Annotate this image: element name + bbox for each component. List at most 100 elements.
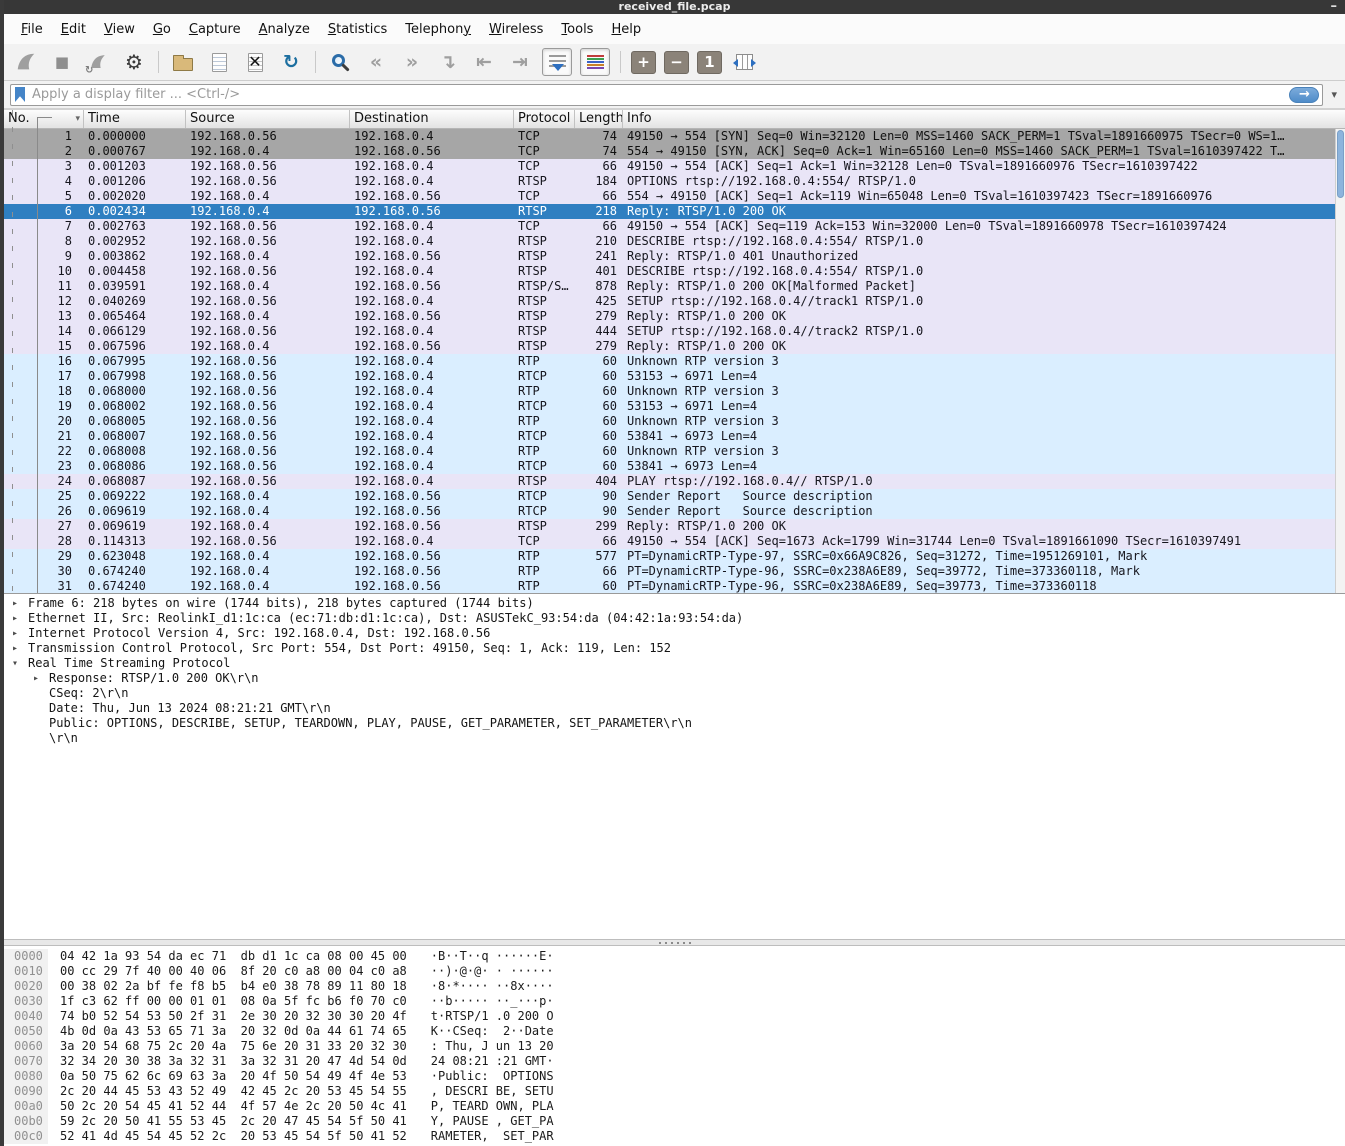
column-header-protocol[interactable]: Protocol [514,110,575,128]
packet-row-5[interactable]: 50.002020192.168.0.4192.168.0.56TCP66554… [4,189,1345,204]
zoom-out-button[interactable]: − [664,51,689,74]
bookmark-icon[interactable] [15,87,25,102]
menu-wireless[interactable]: Wireless [480,17,552,42]
expander-closed-icon[interactable]: ▸ [12,611,28,626]
packet-row-21[interactable]: 210.068007192.168.0.56192.168.0.4RTCP605… [4,429,1345,444]
go-last-packet-button[interactable]: ⇥ [506,48,534,76]
packet-row-18[interactable]: 180.068000192.168.0.56192.168.0.4RTP60Un… [4,384,1345,399]
expander-closed-icon[interactable]: ▸ [12,626,28,641]
hex-row[interactable]: 00603a 20 54 68 75 2c 20 4a 75 6e 20 31 … [4,1039,1345,1054]
expander-closed-icon[interactable]: ▸ [12,641,28,656]
stop-capture-button[interactable]: ■ [48,48,76,76]
go-first-packet-button[interactable]: ⇤ [470,48,498,76]
menu-file[interactable]: File [12,17,52,42]
detail-line[interactable]: ▸Internet Protocol Version 4, Src: 192.1… [4,626,1345,641]
hex-row[interactable]: 007032 34 20 30 38 3a 32 31 3a 32 31 20 … [4,1054,1345,1069]
restart-capture-button[interactable]: ↻ [84,48,112,76]
menu-view[interactable]: View [95,17,144,42]
save-file-button[interactable] [205,48,233,76]
go-forward-button[interactable]: » [398,48,426,76]
column-header-info[interactable]: Info [623,110,1345,128]
go-back-button[interactable]: « [362,48,390,76]
column-header-time[interactable]: Time [84,110,186,128]
packet-row-15[interactable]: 150.067596192.168.0.4192.168.0.56RTSP279… [4,339,1345,354]
hex-row[interactable]: 00301f c3 62 ff 00 00 01 01 08 0a 5f fc … [4,994,1345,1009]
menu-capture[interactable]: Capture [180,17,250,42]
hex-row[interactable]: 000004 42 1a 93 54 da ec 71 db d1 1c ca … [4,949,1345,964]
packet-row-24[interactable]: 240.068087192.168.0.56192.168.0.4RTSP404… [4,474,1345,489]
hex-row[interactable]: 001000 cc 29 7f 40 00 40 06 8f 20 c0 a8 … [4,964,1345,979]
start-capture-button[interactable] [12,48,40,76]
packet-row-17[interactable]: 170.067998192.168.0.56192.168.0.4RTCP605… [4,369,1345,384]
packet-list-scrollbar[interactable] [1335,129,1345,593]
open-file-button[interactable] [169,48,197,76]
packet-row-28[interactable]: 280.114313192.168.0.56192.168.0.4TCP6649… [4,534,1345,549]
hex-row[interactable]: 00902c 20 44 45 53 43 52 49 42 45 2c 20 … [4,1084,1345,1099]
packet-row-13[interactable]: 130.065464192.168.0.4192.168.0.56RTSP279… [4,309,1345,324]
minimize-button[interactable]: – [1331,0,1338,14]
scrollbar-thumb[interactable] [1337,130,1344,198]
detail-line[interactable]: ▾Real Time Streaming Protocol [4,656,1345,671]
menu-edit[interactable]: Edit [52,17,95,42]
packet-row-26[interactable]: 260.069619192.168.0.4192.168.0.56RTCP90S… [4,504,1345,519]
column-header-source[interactable]: Source [186,110,350,128]
packet-row-6[interactable]: 60.002434192.168.0.4192.168.0.56RTSP218R… [4,204,1345,219]
menu-go[interactable]: Go [144,17,180,42]
packet-row-16[interactable]: 160.067995192.168.0.56192.168.0.4RTP60Un… [4,354,1345,369]
filter-dropdown-caret[interactable]: ▾ [1323,88,1339,101]
apply-filter-button[interactable]: → [1289,87,1319,103]
close-file-button[interactable]: ✕ [241,48,269,76]
menu-analyze[interactable]: Analyze [250,17,319,42]
detail-line[interactable]: ▸Frame 6: 218 bytes on wire (1744 bits),… [4,596,1345,611]
detail-line[interactable]: Date: Thu, Jun 13 2024 08:21:21 GMT\r\n [4,701,1345,716]
column-header-no[interactable]: No.▾ [4,110,84,128]
hex-row[interactable]: 00b059 2c 20 50 41 55 53 45 2c 20 47 45 … [4,1114,1345,1129]
hex-row[interactable]: 004074 b0 52 54 53 50 2f 31 2e 30 20 32 … [4,1009,1345,1024]
packet-row-7[interactable]: 70.002763192.168.0.56192.168.0.4TCP66491… [4,219,1345,234]
packet-row-20[interactable]: 200.068005192.168.0.56192.168.0.4RTP60Un… [4,414,1345,429]
packet-row-11[interactable]: 110.039591192.168.0.4192.168.0.56RTSP/S…… [4,279,1345,294]
packet-row-3[interactable]: 30.001203192.168.0.56192.168.0.4TCP66491… [4,159,1345,174]
detail-line[interactable]: Public: OPTIONS, DESCRIBE, SETUP, TEARDO… [4,716,1345,731]
packet-row-30[interactable]: 300.674240192.168.0.4192.168.0.56RTP66PT… [4,564,1345,579]
column-header-length[interactable]: Length [575,110,623,128]
resize-columns-button[interactable] [730,48,758,76]
menu-statistics[interactable]: Statistics [319,17,396,42]
packet-row-9[interactable]: 90.003862192.168.0.4192.168.0.56RTSP241R… [4,249,1345,264]
packet-row-2[interactable]: 20.000767192.168.0.4192.168.0.56TCP74554… [4,144,1345,159]
column-header-destination[interactable]: Destination [350,110,514,128]
zoom-original-button[interactable]: 1 [697,51,722,74]
hex-row[interactable]: 00800a 50 75 62 6c 69 63 3a 20 4f 50 54 … [4,1069,1345,1084]
display-filter-input[interactable]: Apply a display filter ... <Ctrl-/> → [10,84,1323,106]
packet-row-14[interactable]: 140.066129192.168.0.56192.168.0.4RTSP444… [4,324,1345,339]
pane-splitter[interactable] [4,939,1345,946]
capture-options-button[interactable]: ⚙ [120,48,148,76]
menu-telephony[interactable]: Telephony [396,17,480,42]
detail-line[interactable]: \r\n [4,731,1345,746]
expander-closed-icon[interactable]: ▸ [12,596,28,611]
reload-file-button[interactable]: ↻ [277,48,305,76]
go-to-packet-button[interactable]: ↴ [434,48,462,76]
packet-row-27[interactable]: 270.069619192.168.0.4192.168.0.56RTSP299… [4,519,1345,534]
packet-row-10[interactable]: 100.004458192.168.0.56192.168.0.4RTSP401… [4,264,1345,279]
packet-row-8[interactable]: 80.002952192.168.0.56192.168.0.4RTSP210D… [4,234,1345,249]
colorize-toggle[interactable] [580,48,610,76]
detail-line[interactable]: CSeq: 2\r\n [4,686,1345,701]
packet-row-29[interactable]: 290.623048192.168.0.4192.168.0.56RTP577P… [4,549,1345,564]
hex-row[interactable]: 00504b 0d 0a 43 53 65 71 3a 20 32 0d 0a … [4,1024,1345,1039]
detail-line[interactable]: ▸Response: RTSP/1.0 200 OK\r\n [4,671,1345,686]
zoom-in-button[interactable]: + [631,51,656,74]
menu-help[interactable]: Help [602,17,650,42]
packet-row-12[interactable]: 120.040269192.168.0.56192.168.0.4RTSP425… [4,294,1345,309]
detail-line[interactable]: ▸Transmission Control Protocol, Src Port… [4,641,1345,656]
find-packet-button[interactable] [326,48,354,76]
packet-row-1[interactable]: 10.000000192.168.0.56192.168.0.4TCP74491… [4,129,1345,144]
packet-row-4[interactable]: 40.001206192.168.0.56192.168.0.4RTSP184O… [4,174,1345,189]
hex-row[interactable]: 00c052 41 4d 45 54 45 52 2c 20 53 45 54 … [4,1129,1345,1144]
packet-row-19[interactable]: 190.068002192.168.0.56192.168.0.4RTCP605… [4,399,1345,414]
expander-open-icon[interactable]: ▾ [12,656,28,671]
auto-scroll-toggle[interactable] [542,48,572,76]
hex-row[interactable]: 00a050 2c 20 54 45 41 52 44 4f 57 4e 2c … [4,1099,1345,1114]
packet-row-23[interactable]: 230.068086192.168.0.56192.168.0.4RTCP605… [4,459,1345,474]
packet-row-22[interactable]: 220.068008192.168.0.56192.168.0.4RTP60Un… [4,444,1345,459]
